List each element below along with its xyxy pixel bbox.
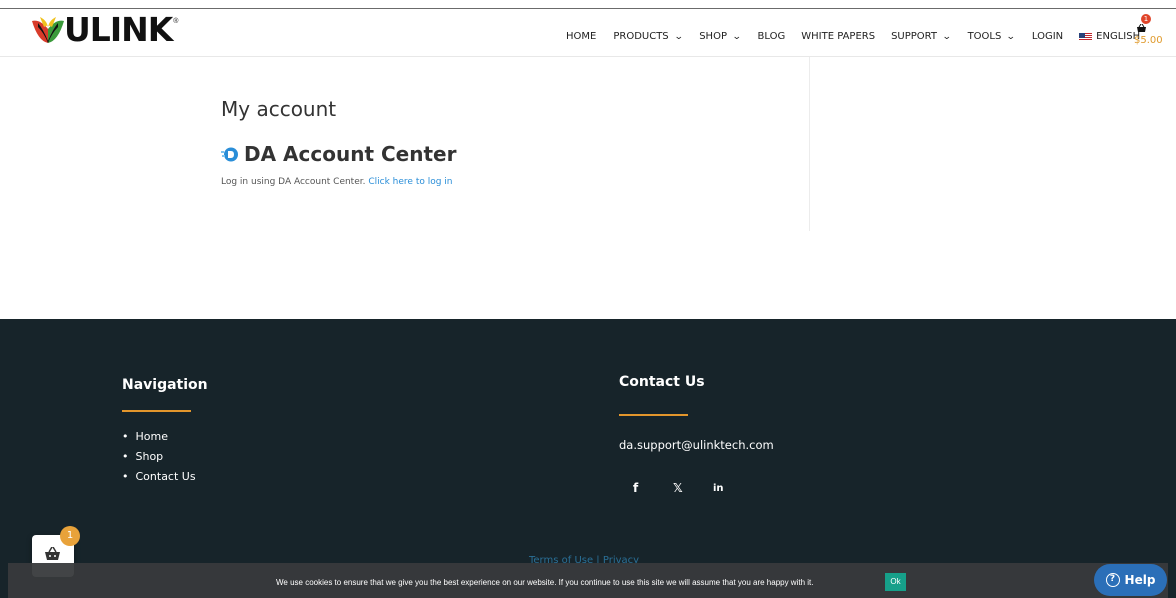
nav-products[interactable]: PRODUCTS ⌄ [613, 31, 684, 42]
footer-link-shop[interactable]: Shop [122, 450, 196, 470]
page: ULINK ® HOME PRODUCTS ⌄ SHOP ⌄ BLOG WHITE … [0, 0, 1176, 598]
nav-language[interactable]: ENGLISH [1079, 31, 1140, 42]
site-header: ULINK ® HOME PRODUCTS ⌄ SHOP ⌄ BLOG WHITE … [0, 8, 1176, 57]
nav-home[interactable]: HOME [566, 31, 596, 42]
us-flag-icon [1079, 32, 1093, 41]
footer-link-contact-us[interactable]: Contact Us [122, 470, 196, 490]
chevron-down-icon: ⌄ [731, 31, 742, 42]
footer-link-home[interactable]: Home [122, 430, 196, 450]
nav-label: SHOP [699, 31, 727, 42]
nav-tools[interactable]: TOOLS ⌄ [967, 31, 1017, 42]
cookie-ok-button[interactable]: Ok [885, 573, 906, 591]
nav-label: PRODUCTS [613, 31, 669, 42]
facebook-icon[interactable]: f [633, 481, 638, 495]
logo-text: ULINK [64, 10, 173, 49]
site-footer: Navigation Home Shop Contact Us Contact … [0, 319, 1176, 598]
login-instructions: Log in using DA Account Center. Click he… [221, 177, 453, 187]
floating-cart-count-badge: 1 [60, 526, 80, 546]
linkedin-icon[interactable]: in [713, 483, 724, 494]
header-cart[interactable]: 1 $5.00 [1133, 11, 1163, 51]
nav-label: BLOG [757, 31, 786, 42]
login-text: Log in using DA Account Center. [221, 177, 366, 187]
login-link[interactable]: Click here to log in [368, 177, 452, 187]
chevron-down-icon: ⌄ [1006, 31, 1017, 42]
footer-email[interactable]: da.support@ulinktech.com [619, 438, 774, 452]
main-nav: HOME PRODUCTS ⌄ SHOP ⌄ BLOG WHITE PAPERS S… [566, 31, 1140, 42]
page-title: My account [221, 97, 337, 121]
nav-label: SUPPORT [891, 31, 938, 42]
footer-nav-heading: Navigation [122, 377, 208, 393]
basket-icon [1137, 21, 1146, 35]
cookie-message: We use cookies to ensure that we give yo… [276, 578, 814, 587]
nav-label: TOOLS [967, 31, 1002, 42]
nav-support[interactable]: SUPPORT ⌄ [891, 31, 952, 42]
footer-contact-heading: Contact Us [619, 374, 705, 390]
cookie-bar: We use cookies to ensure that we give yo… [8, 563, 1168, 598]
footer-nav-list: Home Shop Contact Us [122, 430, 196, 490]
nav-shop[interactable]: SHOP ⌄ [699, 31, 742, 42]
nav-label: WHITE PAPERS [801, 31, 876, 42]
help-button[interactable]: ? Help [1094, 564, 1167, 596]
da-account-center-heading: DA Account Center [221, 142, 456, 166]
da-title: DA Account Center [244, 142, 457, 166]
logo-mark-icon [32, 17, 64, 43]
chevron-down-icon: ⌄ [673, 31, 684, 42]
sidebar-divider [809, 57, 810, 231]
nav-blog[interactable]: BLOG [758, 31, 786, 42]
help-label: Help [1124, 573, 1156, 587]
chevron-down-icon: ⌄ [941, 31, 952, 42]
ulink-logo[interactable]: ULINK ® [30, 10, 179, 49]
nav-label: LOGIN [1031, 31, 1064, 42]
footer-nav-underline [122, 410, 191, 412]
nav-label: HOME [566, 31, 597, 42]
da-logo-icon [221, 147, 238, 161]
logo-registered-mark: ® [173, 17, 179, 25]
question-icon: ? [1105, 573, 1120, 587]
footer-contact-underline [619, 414, 688, 416]
nav-white-papers[interactable]: WHITE PAPERS [801, 31, 875, 42]
x-twitter-icon[interactable]: 𝕏 [673, 481, 683, 495]
cart-total: $5.00 [1134, 35, 1163, 46]
basket-icon [45, 546, 60, 563]
nav-login[interactable]: LOGIN [1032, 31, 1063, 42]
